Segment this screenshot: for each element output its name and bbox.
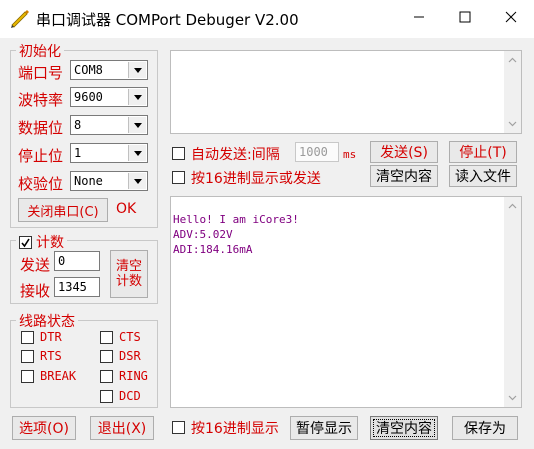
chevron-down-icon [128, 62, 146, 78]
save-as-button[interactable]: 保存为 [452, 416, 518, 440]
send-button[interactable]: 发送(S) [370, 141, 438, 163]
dtr-checkbox[interactable] [21, 330, 34, 344]
receive-scrollbar[interactable] [504, 197, 521, 407]
rts-checkbox[interactable] [21, 349, 34, 363]
baud-select[interactable]: 9600 [70, 87, 148, 107]
signal-ring: RING [100, 369, 148, 383]
dcd-indicator [100, 389, 113, 403]
signal-dcd: DCD [100, 389, 141, 403]
break-checkbox[interactable] [21, 369, 34, 383]
minimize-icon [413, 11, 425, 27]
scroll-down-icon [508, 395, 517, 401]
clear-count-button[interactable]: 清空 计数 [110, 250, 148, 298]
parity-select[interactable]: None [70, 171, 148, 191]
signal-cts: CTS [100, 330, 141, 344]
databits-label: 数据位 [18, 119, 64, 137]
send-scrollbar[interactable] [504, 51, 521, 133]
window-title: 串口调试器 COMPort Debuger V2.00 [36, 11, 299, 29]
signal-dsr: DSR [100, 349, 141, 363]
auto-send-label: 自动发送:间隔 [191, 147, 280, 163]
chevron-down-icon [128, 145, 146, 161]
pause-display-button[interactable]: 暂停显示 [290, 416, 358, 440]
receive-text: Hello! I am iCore3! ADV:5.02V ADI:184.16… [173, 212, 299, 257]
cts-indicator [100, 330, 113, 344]
auto-send-checkbox[interactable] [172, 147, 185, 160]
scroll-up-icon [508, 57, 517, 63]
ring-indicator [100, 369, 113, 383]
send-count-label: 发送 [20, 256, 51, 274]
stopbits-label: 停止位 [18, 147, 64, 165]
options-button[interactable]: 选项(O) [12, 416, 76, 440]
receive-line: ADI:184.16mA [173, 243, 253, 256]
stop-button[interactable]: 停止(T) [449, 141, 517, 163]
recv-count-field[interactable]: 1345 [54, 277, 100, 297]
signal-break[interactable]: BREAK [21, 369, 76, 383]
signal-dtr[interactable]: DTR [21, 330, 62, 344]
receive-textarea[interactable]: Hello! I am iCore3! ADV:5.02V ADI:184.16… [170, 196, 522, 408]
clear-content-button[interactable]: 清空内容 [370, 165, 438, 187]
hex-display-checkbox[interactable] [172, 421, 185, 434]
interval-field[interactable]: 1000 [295, 142, 339, 162]
receive-line: ADV:5.02V [173, 228, 233, 241]
port-select[interactable]: COM8 [70, 60, 148, 80]
chevron-down-icon [128, 89, 146, 105]
scroll-down-icon [508, 121, 517, 127]
chevron-down-icon [128, 173, 146, 189]
checkmark-icon [21, 238, 30, 247]
port-status: OK [116, 201, 137, 217]
clear-receive-button[interactable]: 清空内容 [370, 416, 438, 440]
line-status-group-title: 线路状态 [16, 311, 78, 331]
exit-button[interactable]: 退出(X) [90, 416, 154, 440]
close-port-button[interactable]: 关闭串口(C) [18, 198, 108, 222]
port-label: 端口号 [18, 64, 64, 82]
maximize-icon [459, 11, 471, 27]
baud-label: 波特率 [18, 91, 64, 109]
chevron-down-icon [128, 117, 146, 133]
parity-label: 校验位 [18, 175, 64, 193]
signal-rts[interactable]: RTS [21, 349, 62, 363]
send-textarea[interactable] [170, 50, 522, 134]
title-bar: 串口调试器 COMPort Debuger V2.00 [0, 0, 534, 38]
close-window-button[interactable] [488, 0, 534, 38]
hex-send-label: 按16进制显示或发送 [191, 171, 321, 187]
stopbits-select[interactable]: 1 [70, 143, 148, 163]
interval-unit: ms [343, 148, 357, 161]
read-file-button[interactable]: 读入文件 [449, 165, 517, 187]
send-count-field[interactable]: 0 [54, 251, 100, 271]
count-checkbox[interactable] [19, 235, 32, 249]
databits-select[interactable]: 8 [70, 115, 148, 135]
dsr-indicator [100, 349, 113, 363]
count-group-header: 计数 [16, 232, 67, 252]
init-group-title: 初始化 [16, 41, 64, 61]
hex-send-checkbox[interactable] [172, 171, 185, 184]
close-icon [505, 11, 517, 27]
count-group-title: 计数 [36, 235, 64, 251]
maximize-button[interactable] [442, 0, 488, 38]
hex-display-label: 按16进制显示 [191, 421, 279, 437]
minimize-button[interactable] [396, 0, 442, 38]
pencil-icon [10, 9, 30, 29]
recv-count-label: 接收 [20, 282, 51, 300]
receive-line: Hello! I am iCore3! [173, 213, 299, 226]
scroll-up-icon [508, 203, 517, 209]
